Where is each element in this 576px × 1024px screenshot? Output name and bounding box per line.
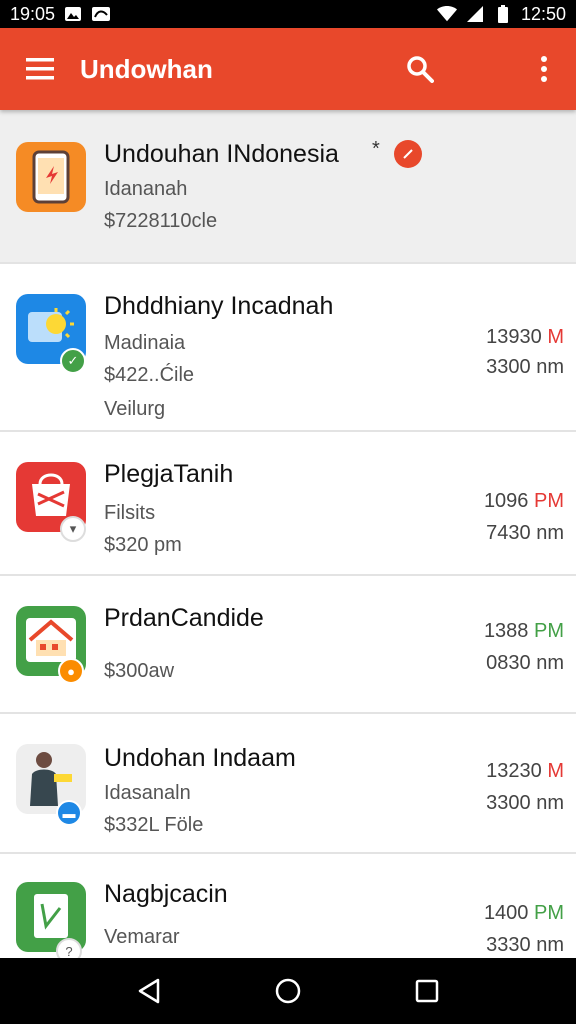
list-item[interactable]: ▾ PlegjaTanih Filsits $320 pm 1096 PM 74… [0,432,576,576]
item-price: $300aw [104,660,175,682]
chat-badge-icon: ▬ [56,800,82,826]
item-price: $422..Ćile [104,364,195,386]
menu-icon[interactable] [0,28,80,110]
more-vert-icon[interactable] [512,28,576,110]
status-clock: 12:50 [520,3,566,24]
item-time: 1388 PM [483,620,564,642]
item-subtitle: Idananah [104,178,188,200]
orange-badge-icon: ● [58,658,84,684]
wifi-icon [436,5,457,23]
item-name: PrdanCandide [104,604,264,632]
item-distance: 0830 nm [486,652,564,674]
item-name: Undohan Indaam [104,744,296,772]
list-item[interactable]: ● PrdanCandide $300aw 1388 PM 0830 nm [0,576,576,714]
app-title: Undowhan [80,53,213,84]
item-subtitle: Madinaia [104,332,186,354]
home-icon[interactable] [258,961,318,1021]
list-item-featured[interactable]: Undouhan INdonesia * Idananah $7228110cl… [0,110,576,264]
question-badge-icon: ? [56,938,82,958]
item-name: Undouhan INdonesia [104,140,339,168]
back-icon[interactable] [119,961,179,1021]
item-price: $332L Föle [104,814,204,836]
system-nav-bar [0,958,576,1024]
recents-icon[interactable] [397,961,457,1021]
notification-icon [91,5,111,23]
item-distance: 7430 nm [486,522,564,544]
item-price: $7228110cle [104,210,218,232]
item-price: $320 pm [104,534,182,556]
item-time: 13230 M [486,760,564,782]
wifi-badge-icon: ▾ [60,516,86,542]
item-subtitle: Filsits [104,502,156,524]
phone-app-icon [16,142,86,212]
list-item[interactable]: ▬ Undohan Indaam Idasanaln $332L Föle 13… [0,714,576,854]
item-name: Nagbjcacin [104,880,228,908]
item-subtitle: Idasanaln [104,782,191,804]
list-item[interactable]: ? Nagbjcacin Vemarar 1400 PM 3330 nm [0,854,576,958]
app-bar: Undowhan [0,28,576,110]
item-time: 1400 PM [483,902,564,924]
item-distance: 3300 nm [486,792,564,814]
list-item[interactable]: ✓ Dhddhiany Incadnah Madinaia $422..Ćile… [0,264,576,432]
image-notification-icon [63,5,83,23]
item-distance: 3330 nm [486,934,564,956]
battery-icon [493,5,513,23]
item-name: Dhddhiany Incadnah [104,292,334,320]
signal-icon [465,5,485,23]
status-left-time: 19:05 [10,3,56,24]
search-icon[interactable] [388,28,452,110]
status-bar: 19:05 12:50 [0,0,576,28]
item-name: PlegjaTanih [104,460,234,488]
verified-badge-icon [394,140,422,168]
item-time: 1096 PM [483,490,564,512]
item-subtitle: Vemarar [104,926,180,948]
star-mark: * [372,138,380,160]
item-distance: 3300 nm [486,356,564,378]
item-category: Veilurg [104,398,166,420]
check-badge-icon: ✓ [60,348,86,374]
item-time: 13930 M [486,326,564,348]
app-list: Undouhan INdonesia * Idananah $7228110cl… [0,110,576,958]
